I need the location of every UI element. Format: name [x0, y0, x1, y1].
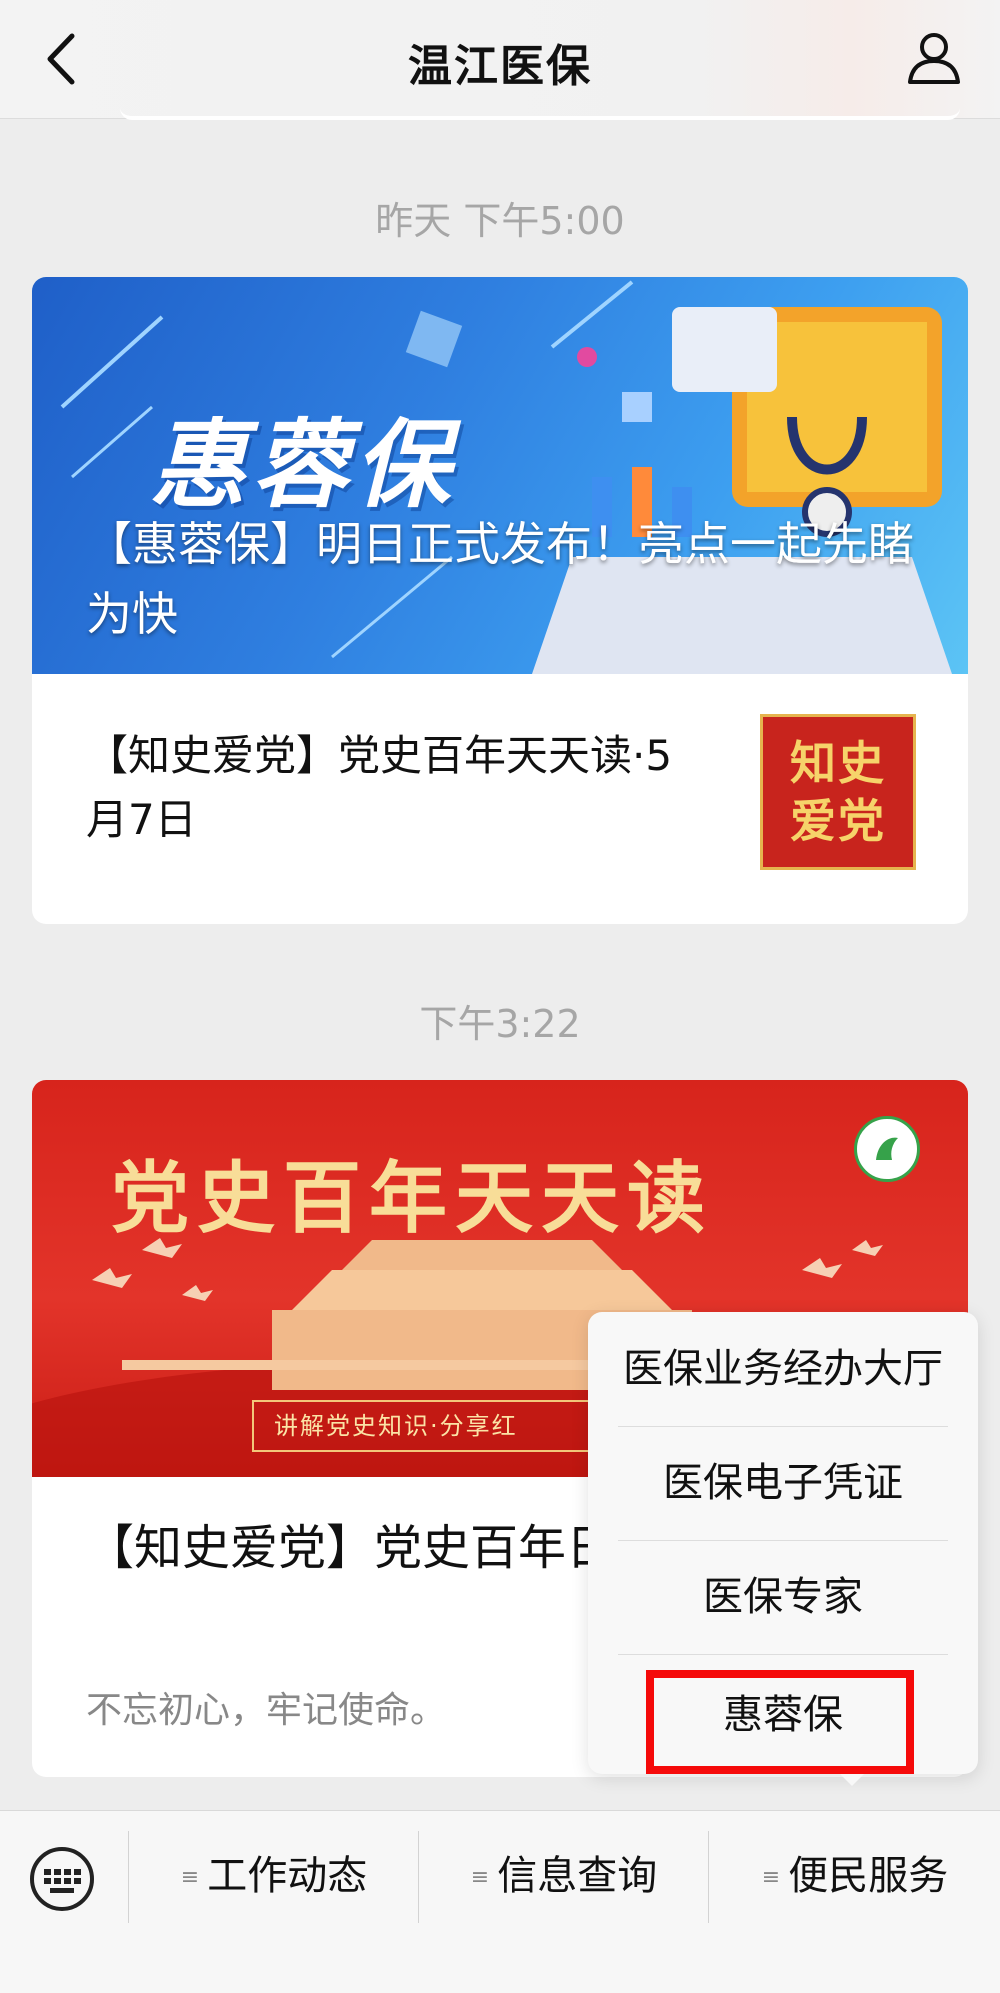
nav-header: 温江医保: [0, 0, 1000, 119]
article-description: 不忘初心，牢记使命。: [86, 1690, 447, 1731]
menu-tab-label: 信息查询: [497, 1853, 658, 1899]
sub-article-thumbnail: 知史 爱党: [760, 714, 916, 870]
banner-logo-text: 惠蓉保: [150, 409, 456, 521]
submenu-item-business-hall[interactable]: 医保业务经办大厅: [618, 1312, 948, 1427]
menu-divider: [708, 1831, 709, 1923]
menu-tab-work-news[interactable]: ≡ 工作动态: [130, 1811, 418, 1941]
submenu-item-e-certificate[interactable]: 医保电子凭证: [618, 1426, 948, 1541]
menu-lines-icon: ≡: [470, 1865, 490, 1890]
popup-caret: [838, 1772, 866, 1786]
menu-tab-convenience-services[interactable]: ≡ 便民服务: [710, 1811, 1000, 1941]
article-banner[interactable]: 惠蓉保 【惠蓉保】明日正式发布！亮点一起先睹为快: [32, 277, 968, 674]
menu-divider: [418, 1831, 419, 1923]
menu-lines-icon: ≡: [761, 1865, 781, 1890]
article-card: 惠蓉保 【惠蓉保】明日正式发布！亮点一起先睹为快 【知史爱党】党史百年天天读·5…: [32, 277, 968, 924]
bottom-menu-bar: ≡ 工作动态 ≡ 信息查询 ≡ 便民服务: [0, 1810, 1000, 1993]
sub-article-item[interactable]: 【知史爱党】党史百年天天读·5月7日 知史 爱党: [32, 674, 968, 924]
menu-lines-icon: ≡: [180, 1865, 200, 1890]
menu-divider: [128, 1831, 129, 1923]
thumbnail-text-1: 知史: [790, 736, 886, 790]
menu-tab-label: 便民服务: [788, 1853, 949, 1899]
thumbnail-text-2: 爱党: [790, 794, 886, 848]
menu-tab-info-query[interactable]: ≡ 信息查询: [420, 1811, 708, 1941]
person-icon: [908, 33, 960, 84]
sub-article-title: 【知史爱党】党史百年天天读·5月7日: [86, 731, 673, 844]
page-title: 温江医保: [408, 41, 592, 92]
timestamp: 昨天 下午5:00: [375, 199, 625, 243]
previous-card-edge: [120, 106, 960, 120]
highlight-box: [646, 1670, 914, 1774]
profile-button[interactable]: [904, 28, 964, 88]
organization-seal-icon: [854, 1116, 920, 1182]
banner-headline: 党史百年天天读: [110, 1154, 713, 1244]
menu-tab-label: 工作动态: [207, 1853, 368, 1899]
submenu-item-expert[interactable]: 医保专家: [618, 1540, 948, 1655]
article-title: 【惠蓉保】明日正式发布！亮点一起先睹为快: [86, 517, 914, 641]
timestamp: 下午3:22: [419, 1002, 581, 1046]
keyboard-toggle-button[interactable]: [28, 1845, 96, 1913]
keyboard-icon: [30, 1847, 94, 1911]
